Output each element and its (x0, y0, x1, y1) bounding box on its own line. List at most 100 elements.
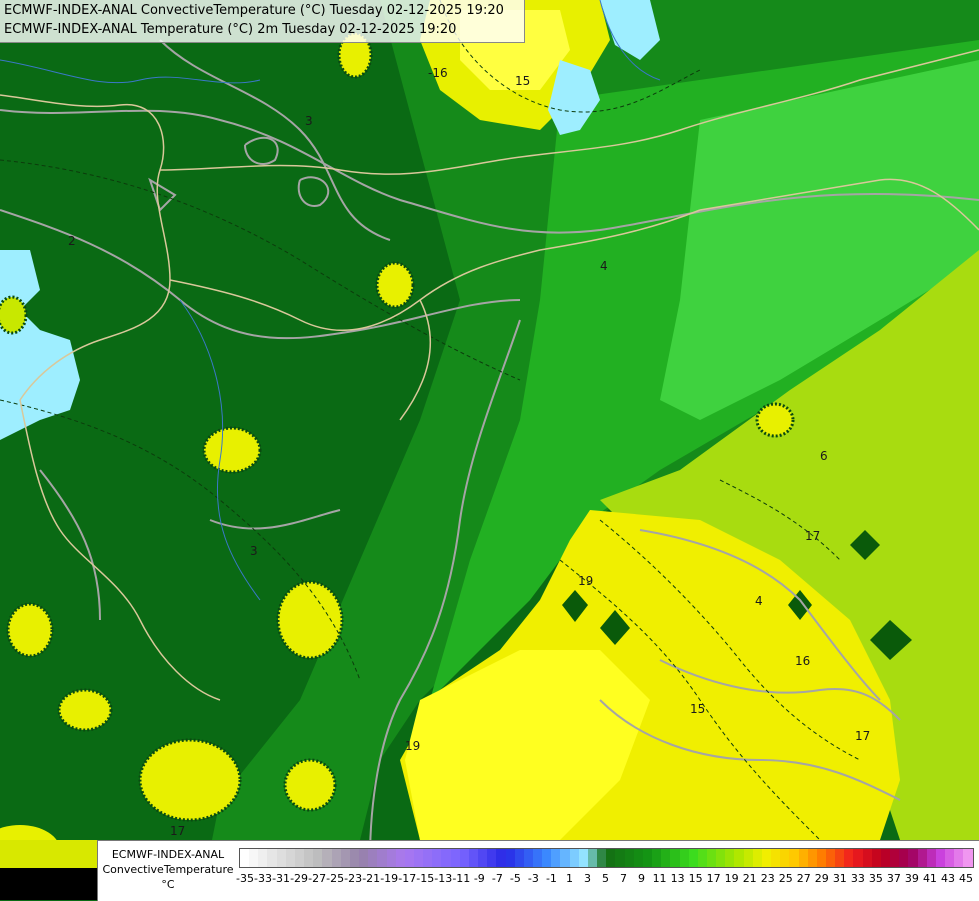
contour-label: 17 (170, 824, 185, 838)
legend-swatch (816, 849, 826, 867)
title-line-2: ECMWF-INDEX-ANAL Temperature (°C) 2m Tue… (4, 22, 457, 37)
yellow-cell (57, 688, 113, 732)
legend-swatch (578, 849, 588, 867)
legend-swatch (331, 849, 341, 867)
legend-swatch (240, 849, 250, 867)
legend-tick-label: 13 (670, 872, 685, 885)
legend-swatch (862, 849, 872, 867)
legend-tick-label: 19 (724, 872, 739, 885)
legend-swatch (285, 849, 295, 867)
legend-swatch (926, 849, 936, 867)
legend-swatch (313, 849, 323, 867)
legend-unit: °C (161, 878, 175, 891)
legend-tick-label: 43 (940, 872, 955, 885)
contour-label: 15 (515, 74, 530, 88)
legend-swatch (652, 849, 662, 867)
legend-swatch (322, 849, 332, 867)
legend-swatch (514, 849, 524, 867)
contour-label: 4 (600, 259, 608, 273)
legend-swatch (359, 849, 369, 867)
legend-swatch (587, 849, 598, 867)
legend-swatch (386, 849, 396, 867)
legend-swatch (505, 849, 515, 867)
legend-swatch (789, 849, 799, 867)
contour-label: 16 (795, 654, 810, 668)
legend-swatch (963, 849, 973, 867)
legend-model: ECMWF-INDEX-ANAL (111, 848, 225, 861)
legend-tick-labels: -35 -33 -31 -29 -27 -25 -23 -21 -19 -17 -15 -13 -11-… (236, 872, 973, 888)
legend-tick-label: 31 (832, 872, 847, 885)
contour-label: 3 (305, 114, 313, 128)
legend-tick-label: 1 (565, 872, 573, 885)
yellow-cell (6, 602, 54, 658)
legend-swatch (304, 849, 314, 867)
legend-swatch (560, 849, 570, 867)
legend-swatch (752, 849, 762, 867)
title-line-1: ECMWF-INDEX-ANAL ConvectiveTemperature (… (4, 3, 504, 18)
legend-tick-label: -23 (344, 872, 363, 885)
legend-tick-label: -7 (491, 872, 503, 885)
legend-tick-label: -31 (272, 872, 291, 885)
map-title-box: ECMWF-INDEX-ANAL ConvectiveTemperature (… (0, 0, 525, 43)
legend-swatch (258, 849, 268, 867)
legend-tick-label: 5 (602, 872, 609, 885)
yellow-cell (283, 758, 337, 812)
legend-tick-label: -9 (473, 872, 485, 885)
legend-swatch (276, 849, 286, 867)
legend-swatch (954, 849, 964, 867)
contour-label: 15 (690, 702, 705, 716)
contour-label: 19 (578, 574, 593, 588)
legend-tick-label: -13 (434, 872, 453, 885)
legend-swatch (853, 849, 863, 867)
legend-swatch (743, 849, 753, 867)
legend-swatch (441, 849, 451, 867)
legend-swatch (377, 849, 387, 867)
contour-label: 17 (855, 729, 870, 743)
legend-tick-label: 29 (814, 872, 829, 885)
legend-title: ECMWF-INDEX-ANAL ConvectiveTemperature °… (98, 841, 238, 901)
legend-tick-label: 7 (620, 872, 628, 885)
legend-swatch (771, 849, 781, 867)
contour-label: 6 (820, 449, 828, 463)
legend-swatch (935, 849, 946, 867)
legend-swatch (679, 849, 689, 867)
legend-swatch (661, 849, 671, 867)
contour-label: -16 (428, 66, 448, 80)
yellow-cell (138, 738, 242, 822)
yellow-cell (276, 580, 344, 660)
legend-swatch (413, 849, 424, 867)
legend-swatch (716, 849, 726, 867)
legend-swatch (725, 849, 735, 867)
contour-label: 4 (755, 594, 763, 608)
legend-tick-label: -19 (380, 872, 399, 885)
corner-black (0, 868, 97, 900)
legend-swatch (706, 849, 717, 867)
legend-swatch (642, 849, 653, 867)
legend-tick-label: 33 (850, 872, 865, 885)
legend-swatch (542, 849, 552, 867)
legend-tick-label: 27 (796, 872, 811, 885)
legend-color-bar (239, 848, 974, 868)
legend-tick-label: -21 (362, 872, 381, 885)
corner-yellow (0, 840, 97, 868)
legend-swatch (734, 849, 744, 867)
legend-swatch (835, 849, 845, 867)
legend-swatch (761, 849, 772, 867)
legend-swatch (917, 849, 927, 867)
legend-swatch (697, 849, 707, 867)
legend-swatch (670, 849, 680, 867)
legend-tick-label: -33 (254, 872, 272, 885)
color-legend: ECMWF-INDEX-ANAL ConvectiveTemperature °… (97, 840, 979, 901)
legend-tick-label: -15 (416, 872, 435, 885)
legend-swatch (615, 849, 625, 867)
legend-swatch (432, 849, 442, 867)
legend-tick-label: -27 (308, 872, 327, 885)
legend-swatch (871, 849, 881, 867)
legend-tick-label: -25 (326, 872, 345, 885)
legend-swatch (368, 849, 378, 867)
legend-swatch (267, 849, 277, 867)
legend-swatch (606, 849, 616, 867)
legend-swatch (496, 849, 506, 867)
legend-tick-label: 35 (868, 872, 883, 885)
contour-label: 3 (250, 544, 258, 558)
